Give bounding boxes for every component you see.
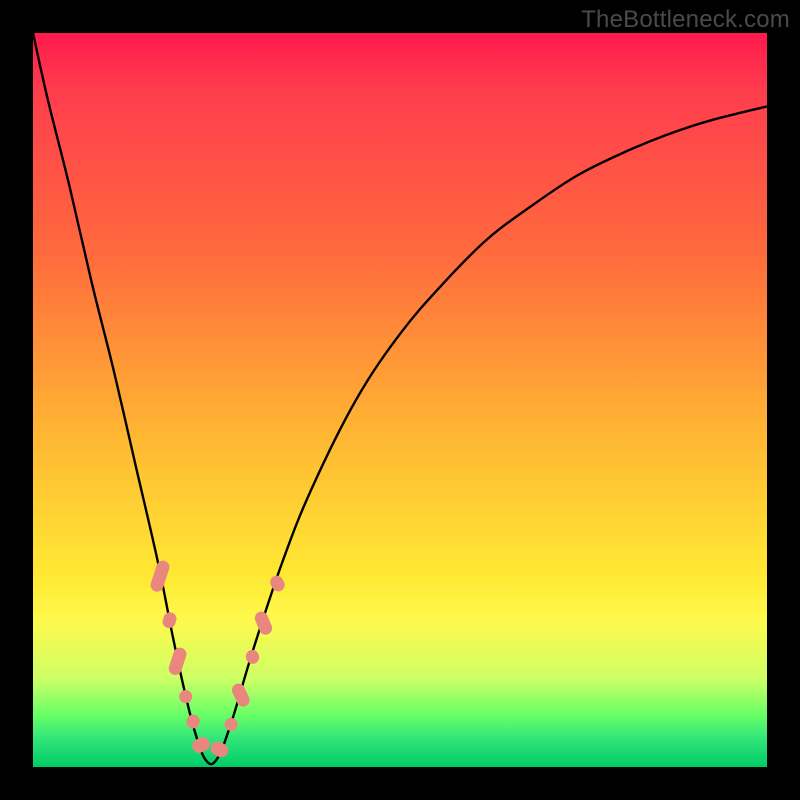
bead-marker [184,712,202,730]
bead-marker [167,646,188,677]
bead-marker [149,559,171,593]
curve-layer [33,33,767,767]
bead-marker [268,573,287,593]
bottleneck-curve [33,33,767,764]
bead-marker [244,648,261,666]
bead-marker [177,688,193,704]
bead-marker [253,610,274,637]
bead-marker [222,716,239,733]
bead-marker [230,681,252,708]
bead-markers [149,559,287,760]
bead-marker [161,611,178,630]
chart-frame: TheBottleneck.com [0,0,800,800]
plot-area [33,33,767,767]
bead-marker [190,735,212,755]
watermark-text: TheBottleneck.com [581,6,790,34]
bead-marker [208,739,230,759]
